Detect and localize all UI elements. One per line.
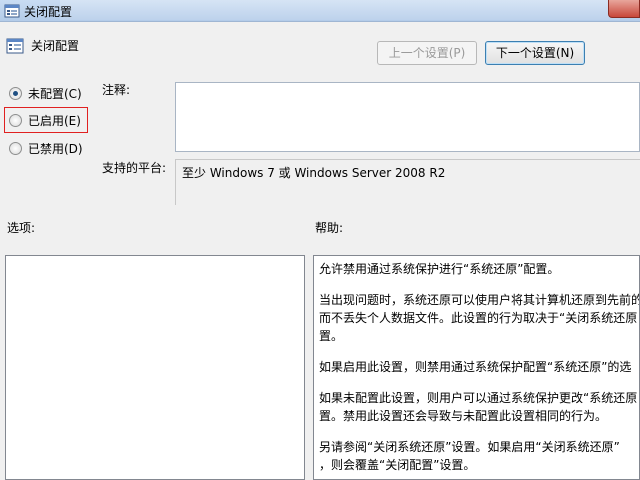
radio-not-configured-circle[interactable] <box>9 86 22 100</box>
radio-disabled-label: 已禁用(D) <box>28 141 83 156</box>
radio-not-configured[interactable]: 未配置(C) <box>9 84 82 102</box>
close-button[interactable] <box>608 0 640 18</box>
help-label: 帮助: <box>315 221 344 235</box>
window-title: 关闭配置 <box>24 5 73 19</box>
page-title: 关闭配置 <box>31 39 80 53</box>
platform-label: 支持的平台: <box>102 161 167 175</box>
help-paragraph: 如果未配置此设置，则用户可以通过系统保护更改“系统还原 置。禁用此设置还会导致与… <box>319 391 638 423</box>
policy-settings-icon <box>6 38 24 54</box>
comment-textarea[interactable] <box>175 82 640 152</box>
radio-not-configured-label: 未配置(C) <box>28 86 82 101</box>
previous-setting-button[interactable]: 上一个设置(P) <box>377 41 477 65</box>
options-panel[interactable] <box>5 255 305 480</box>
title-bar[interactable]: 关闭配置 <box>0 0 640 22</box>
radio-disabled[interactable]: 已禁用(D) <box>9 139 83 157</box>
help-paragraph: 如果启用此设置，则禁用通过系统保护配置“系统还原”的选 <box>319 360 632 374</box>
comment-label: 注释: <box>102 83 131 97</box>
options-label: 选项: <box>7 221 36 235</box>
policy-settings-icon <box>4 4 20 18</box>
help-paragraph: 另请参阅“关闭系统还原”设置。如果启用“关闭系统还原” ，则会覆盖“关闭配置”设… <box>319 440 620 472</box>
help-paragraph: 当出现问题时，系统还原可以使用户将其计算机还原到先前的 而不丢失个人数据文件。此… <box>319 293 640 343</box>
help-text-panel[interactable]: 允许禁用通过系统保护进行“系统还原”配置。 当出现问题时，系统还原可以使用户将其… <box>313 255 640 480</box>
title-bar-background <box>60 0 620 20</box>
platform-field: 至少 Windows 7 或 Windows Server 2008 R2 <box>175 159 640 205</box>
highlight-annotation <box>4 107 88 133</box>
radio-disabled-circle[interactable] <box>9 141 22 155</box>
next-setting-button[interactable]: 下一个设置(N) <box>485 41 585 65</box>
help-paragraph: 允许禁用通过系统保护进行“系统还原”配置。 <box>319 262 560 276</box>
